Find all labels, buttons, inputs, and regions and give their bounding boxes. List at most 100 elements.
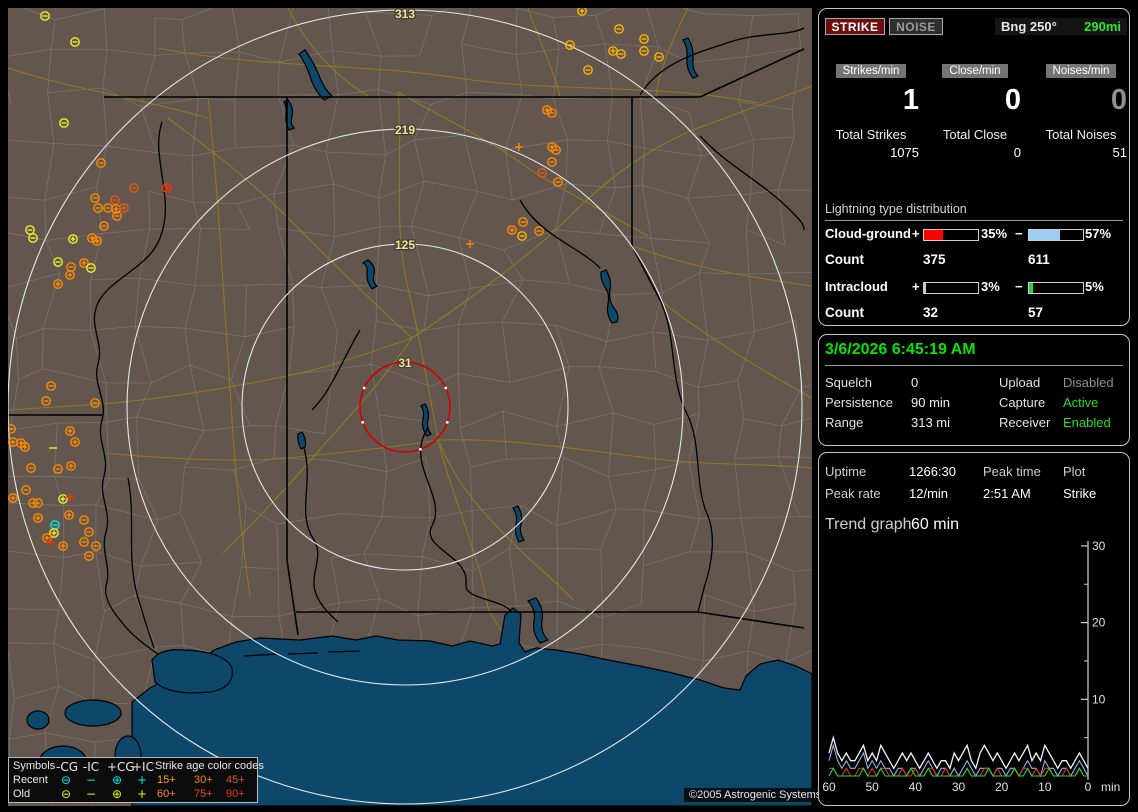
total-strikes-label: Total Strikes (835, 127, 907, 142)
ic-pos-recent-icon: + (136, 773, 148, 787)
ring-tick (445, 420, 449, 424)
close-per-min-value: 0 (1004, 84, 1021, 116)
x-tick-label: 40 (909, 780, 923, 794)
storm-map[interactable]: 313 219 125 31 Symbols -CG -IC +CG +IC Stri… (8, 8, 827, 806)
pos-cg-count: 375 (923, 252, 946, 267)
cg-neg-recent-icon: ⊖ (60, 773, 72, 787)
pos-cg-percent: 35% (981, 226, 1008, 241)
plot-mode-value: Strike (1063, 486, 1097, 501)
ring-tick (418, 447, 422, 451)
x-tick-label: 50 (865, 780, 879, 794)
ring-label: 125 (395, 238, 415, 252)
x-tick-label: 0 (1085, 780, 1092, 794)
neg-cg-bar (1028, 229, 1084, 241)
distribution-title: Lightning type distribution (825, 202, 967, 216)
total-strikes-value: 1075 (890, 145, 919, 160)
trend-graph-label: Trend graph (825, 516, 912, 533)
noises-per-min-value: 0 (1110, 84, 1127, 116)
cg-pos-recent-icon: ⊕ (111, 773, 123, 787)
range-label: Range (825, 415, 864, 430)
legend-col-pos-ic: +IC (132, 760, 154, 774)
ic-neg-old-icon: − (85, 787, 97, 801)
ring-label: 313 (395, 8, 415, 21)
x-tick-label: 60 (822, 780, 836, 794)
strikes-column: Strikes/min 1 Total Strikes 1075 (823, 61, 919, 160)
strike-button[interactable]: STRIKE (825, 18, 885, 35)
minus-sign: − (1015, 226, 1023, 241)
plus-sign: + (912, 279, 920, 294)
uptime-label: Uptime (825, 464, 867, 479)
capture-label: Capture (999, 395, 1046, 410)
age-45: 45+ (226, 774, 245, 786)
legend-col-neg-ic: -IC (82, 760, 100, 774)
neg-cg-count: 611 (1028, 252, 1050, 267)
ic-pos-old-icon: + (136, 787, 148, 801)
neg-ic-percent: 5% (1085, 279, 1104, 294)
minus-sign: − (1015, 279, 1023, 294)
trend-series-total (828, 735, 1089, 770)
trend-panel: Uptime 1266:30 Peak time Plot Peak rate … (818, 452, 1130, 806)
ring-tick (361, 420, 365, 424)
close-column: Close/min 0 Total Close 0 (929, 61, 1021, 160)
legend-symbols-header: Symbols (13, 760, 56, 772)
receiver-status: Enabled (1063, 415, 1111, 430)
legend-age-title: Strike age color codes (155, 760, 264, 772)
intracloud-label: Intracloud (825, 279, 888, 294)
cg-neg-old-icon: ⊖ (60, 787, 72, 801)
trend-series-intracloud (828, 767, 1088, 777)
neg-ic-bar (1028, 282, 1084, 294)
legend-recent-label: Recent (13, 774, 48, 786)
y-tick-label: 20 (1092, 616, 1106, 630)
ring-label: 219 (395, 123, 415, 137)
x-tick-label: 20 (995, 780, 1009, 794)
ring-label: 31 (398, 356, 412, 370)
total-noises-label: Total Noises (1045, 127, 1117, 142)
noise-button[interactable]: NOISE (889, 18, 943, 35)
trend-graph: 10 20 30 60 50 40 30 20 10 0 min (822, 539, 1120, 794)
noises-column: Noises/min 0 Total Noises 51 (1035, 61, 1127, 160)
peak-rate-label: Peak rate (825, 486, 881, 501)
squelch-value: 0 (911, 375, 919, 390)
y-tick-label: 30 (1092, 539, 1106, 553)
age-30: 30+ (194, 774, 213, 786)
cloud-ground-label: Cloud-ground (825, 226, 911, 241)
trend-series-neg_cg (828, 743, 1089, 778)
x-axis-unit: min (1101, 780, 1120, 794)
persistence-value: 90 min (911, 395, 951, 410)
strike-stats-panel: STRIKE NOISE Bng 250° 290mi Strikes/min … (818, 8, 1130, 326)
upload-status: Disabled (1063, 375, 1114, 390)
plot-label: Plot (1063, 464, 1086, 479)
strikes-per-min-value: 1 (902, 84, 919, 116)
total-close-value: 0 (1013, 145, 1021, 160)
age-90: 90+ (226, 788, 245, 800)
neg-ic-count: 57 (1028, 305, 1044, 320)
bearing-distance: 290mi (1084, 19, 1121, 34)
upload-label: Upload (999, 375, 1041, 390)
bearing-value: Bng 250° (1001, 19, 1057, 34)
divider (825, 365, 1123, 366)
bearing-display: Bng 250° 290mi (995, 18, 1127, 35)
neg-cg-percent: 57% (1085, 226, 1112, 241)
range-value: 313 mi (911, 415, 951, 430)
pos-ic-bar (923, 282, 979, 294)
plus-sign: + (912, 226, 920, 241)
close-per-min-chip: Close/min (942, 64, 1008, 78)
x-tick-label: 10 (1038, 780, 1052, 794)
ic-neg-recent-icon: − (85, 773, 97, 787)
legend-old-label: Old (13, 788, 31, 800)
legend-col-neg-cg: -CG (56, 760, 79, 774)
peak-time-label: Peak time (983, 464, 1041, 479)
peak-rate-value: 12/min (909, 486, 949, 501)
status-panel: 3/6/2026 6:45:19 AM Squelch 0 Upload Dis… (818, 334, 1130, 446)
legend-col-pos-cg: +CG (107, 760, 135, 774)
map-canvas: 313 219 125 31 (8, 8, 812, 806)
persistence-label: Persistence (825, 395, 893, 410)
pos-cg-bar (923, 229, 979, 241)
squelch-label: Squelch (825, 375, 872, 390)
capture-status: Active (1063, 395, 1099, 410)
age-15: 15+ (157, 774, 176, 786)
pos-ic-percent: 3% (981, 279, 1000, 294)
receiver-label: Receiver (999, 415, 1051, 430)
uptime-value: 1266:30 (909, 464, 956, 479)
pos-ic-count: 32 (923, 305, 939, 320)
